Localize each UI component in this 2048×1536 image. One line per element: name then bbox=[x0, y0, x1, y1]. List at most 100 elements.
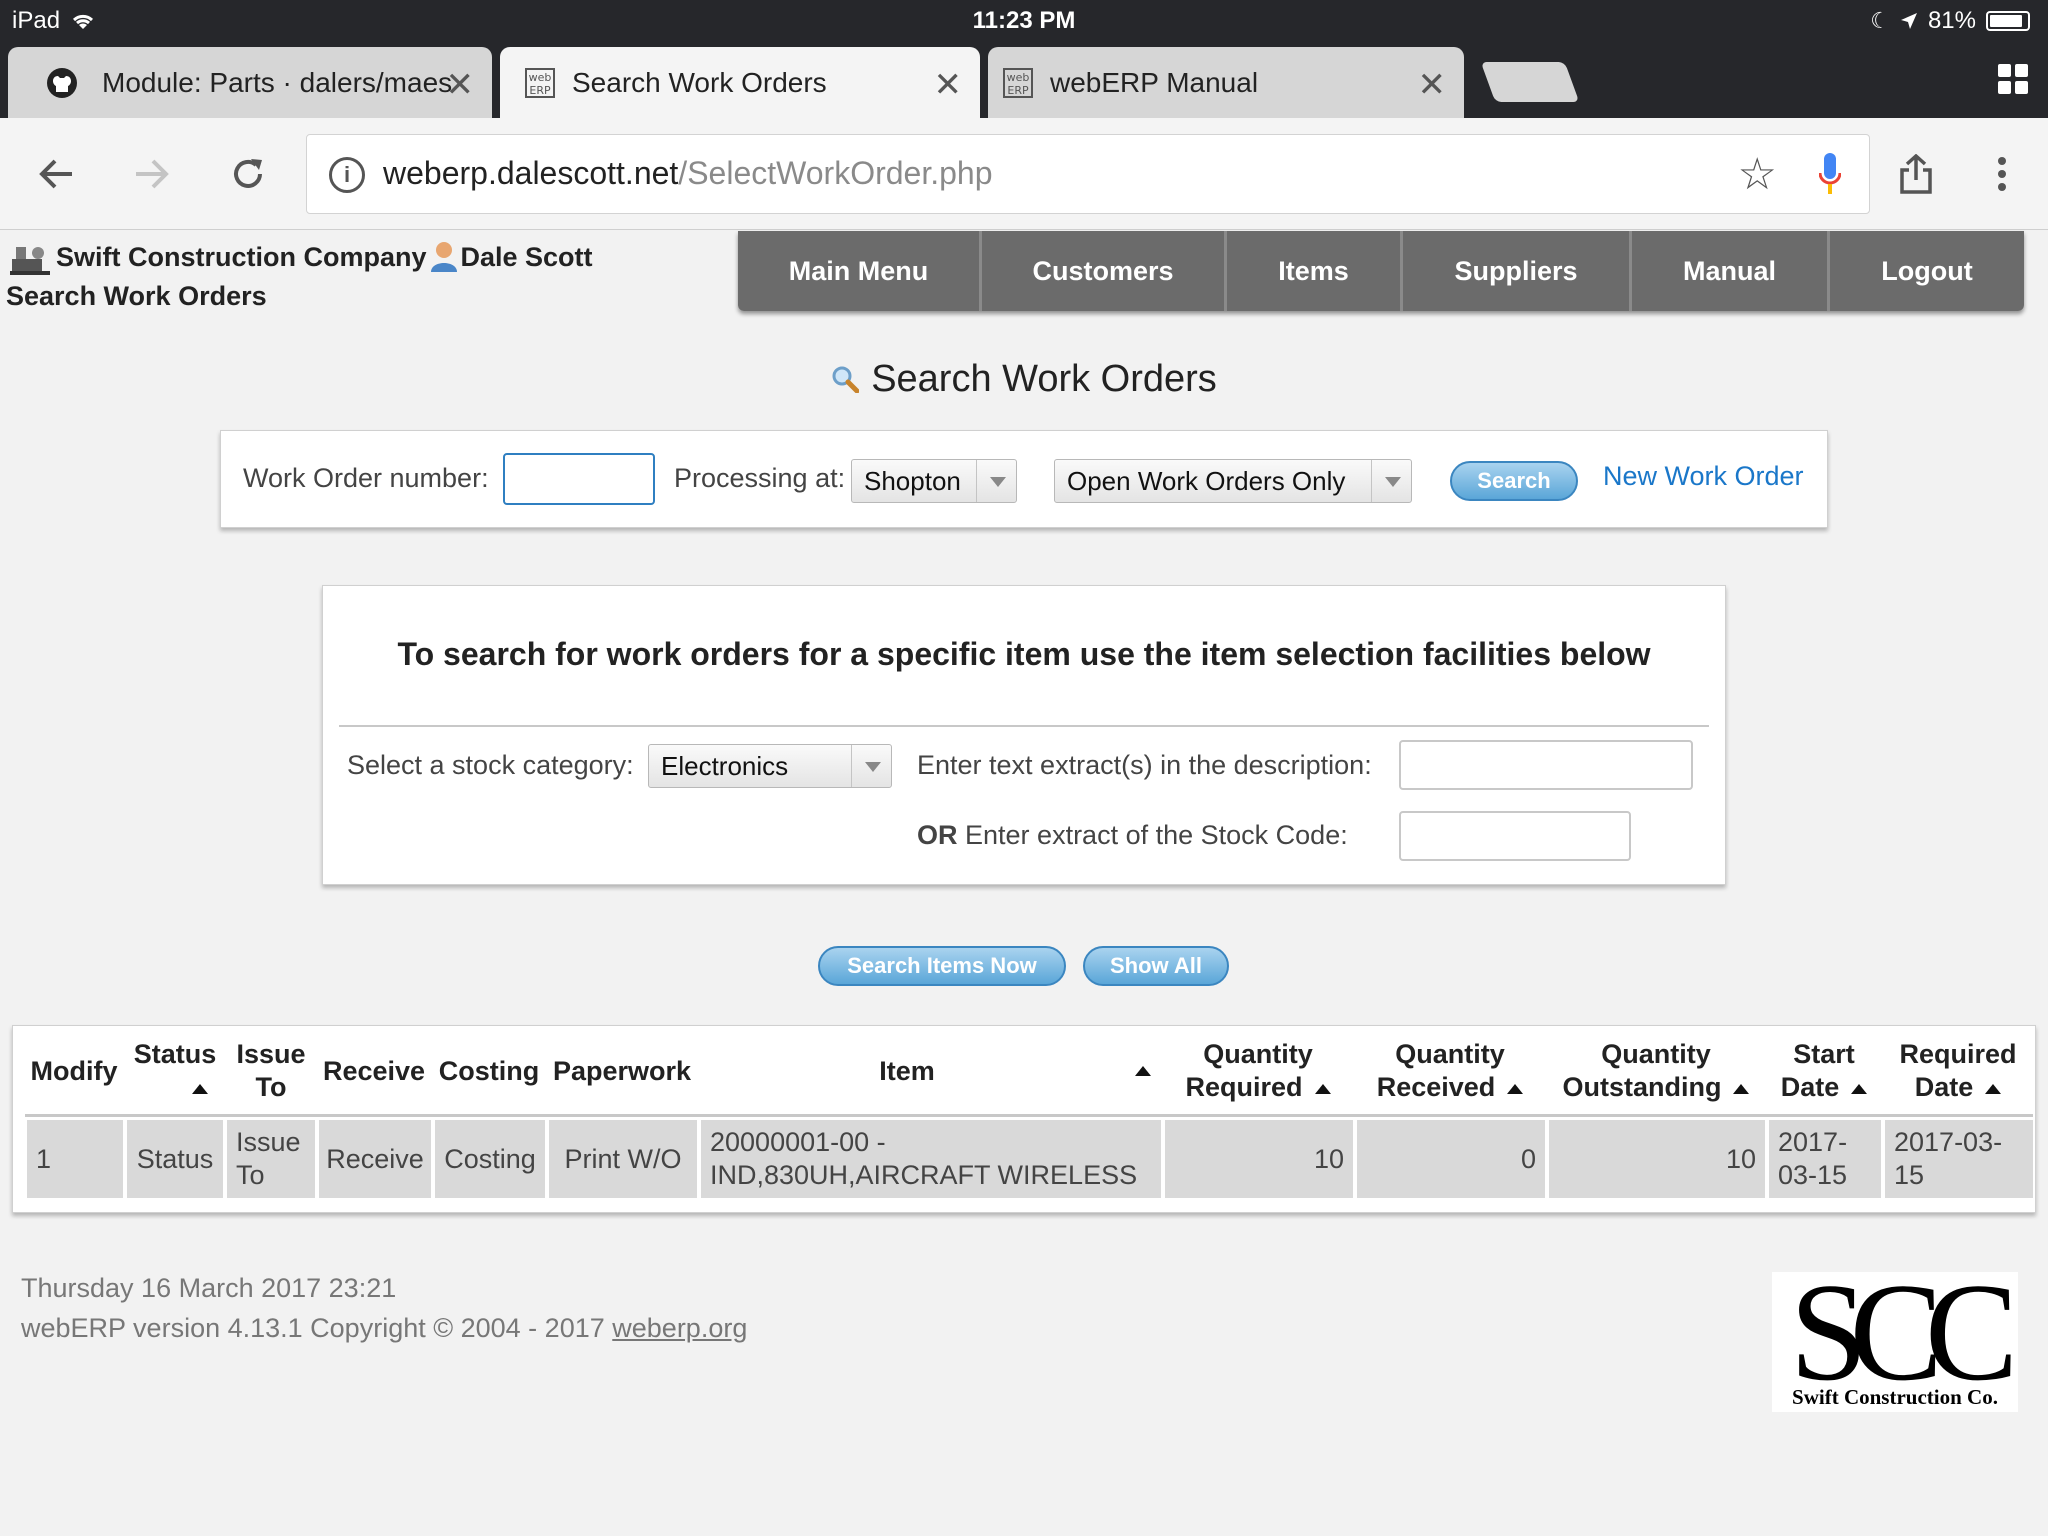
nav-customers[interactable]: Customers bbox=[982, 231, 1227, 311]
company-icon bbox=[10, 247, 50, 275]
new-tab-button[interactable] bbox=[1480, 62, 1580, 102]
forward-button[interactable] bbox=[124, 146, 180, 202]
col-header-qty-required[interactable]: Quantity Required bbox=[1163, 1026, 1353, 1116]
tab-weberp-manual[interactable]: web ERP webERP Manual ✕ bbox=[988, 47, 1464, 118]
new-work-order-link[interactable]: New Work Order bbox=[1603, 461, 1804, 492]
browser-tab-strip: Module: Parts · dalers/maes ✕ web ERP Se… bbox=[0, 42, 2048, 118]
company-name: Swift Construction Company bbox=[56, 241, 427, 272]
wo-number-label: Work Order number: bbox=[243, 463, 489, 493]
print-wo-link[interactable]: Print W/O bbox=[549, 1120, 697, 1198]
more-menu-button[interactable] bbox=[1974, 146, 2030, 202]
col-header-paperwork[interactable]: Paperwork bbox=[547, 1026, 697, 1116]
app-header: Swift Construction Company Dale Scott Se… bbox=[0, 231, 2048, 321]
clock: 11:23 PM bbox=[972, 7, 1076, 34]
back-button[interactable] bbox=[28, 146, 84, 202]
page-subtitle: Search Work Orders bbox=[6, 281, 267, 311]
sort-asc-icon[interactable] bbox=[1851, 1084, 1868, 1094]
search-items-now-button[interactable]: Search Items Now bbox=[818, 946, 1066, 986]
share-button[interactable] bbox=[1888, 146, 1944, 202]
qty-received-cell: 0 bbox=[1357, 1120, 1545, 1198]
wo-number-input[interactable] bbox=[503, 453, 655, 505]
status-filter-select[interactable]: Open Work Orders Only bbox=[1054, 459, 1412, 503]
tab-search-work-orders[interactable]: web ERP Search Work Orders ✕ bbox=[500, 47, 980, 118]
battery-percent: 81% bbox=[1927, 7, 1976, 34]
divider bbox=[339, 725, 1709, 727]
required-date-cell: 2017-03- 15 bbox=[1885, 1120, 2033, 1198]
svg-text:web: web bbox=[1007, 71, 1030, 84]
address-bar[interactable]: i weberp.dalescott.net/SelectWorkOrder.p… bbox=[306, 134, 1870, 214]
forward-arrow-icon bbox=[136, 159, 169, 189]
location-arrow-icon bbox=[1900, 13, 1917, 29]
col-header-receive[interactable]: Receive bbox=[317, 1026, 431, 1116]
nav-main-menu[interactable]: Main Menu bbox=[738, 231, 982, 311]
bookmark-star-icon[interactable]: ☆ bbox=[1738, 149, 1777, 200]
close-tab-icon[interactable]: ✕ bbox=[446, 65, 475, 105]
reload-icon bbox=[234, 159, 262, 188]
work-orders-table: Modify Status Issue To Receive Costing Pa… bbox=[12, 1025, 2036, 1213]
weberp-icon: web ERP bbox=[525, 68, 555, 98]
magnifier-icon bbox=[832, 366, 860, 393]
item-cell: 20000001-00 - IND,830UH,AIRCRAFT WIRELESS bbox=[701, 1120, 1161, 1198]
location-select[interactable]: Shopton bbox=[851, 459, 1017, 503]
stock-code-label: OR Enter extract of the Stock Code: bbox=[917, 820, 1348, 850]
col-header-qty-outstanding[interactable]: Quantity Outstanding bbox=[1547, 1026, 1765, 1116]
close-tab-icon[interactable]: ✕ bbox=[1418, 65, 1447, 105]
tab-label: Module: Parts · dalers/maes bbox=[102, 66, 452, 98]
sort-asc-icon[interactable] bbox=[192, 1084, 208, 1094]
search-button[interactable]: Search bbox=[1450, 461, 1578, 501]
col-header-issue-to[interactable]: Issue To bbox=[227, 1026, 315, 1116]
or-label: OR bbox=[917, 820, 958, 850]
moon-icon: ☾ bbox=[1870, 8, 1890, 33]
issue-to-link[interactable]: Issue To bbox=[227, 1120, 315, 1198]
tab-github-module[interactable]: Module: Parts · dalers/maes ✕ bbox=[8, 47, 492, 118]
col-header-modify[interactable]: Modify bbox=[25, 1026, 123, 1116]
col-header-costing[interactable]: Costing bbox=[433, 1026, 545, 1116]
sort-asc-icon[interactable] bbox=[1733, 1084, 1750, 1094]
stock-category-label: Select a stock category: bbox=[347, 750, 634, 780]
url-text[interactable]: weberp.dalescott.net/SelectWorkOrder.php bbox=[383, 155, 993, 192]
col-header-status[interactable]: Status bbox=[125, 1026, 225, 1116]
browser-toolbar: i weberp.dalescott.net/SelectWorkOrder.p… bbox=[0, 118, 2048, 230]
stock-code-input[interactable] bbox=[1399, 811, 1631, 861]
weberp-org-link[interactable]: weberp.org bbox=[612, 1313, 747, 1343]
modify-link[interactable]: 1 bbox=[27, 1120, 123, 1198]
status-link[interactable]: Status bbox=[127, 1120, 223, 1198]
description-extract-input[interactable] bbox=[1399, 740, 1693, 790]
back-arrow-icon bbox=[39, 159, 72, 189]
github-icon bbox=[47, 68, 77, 98]
logo-company-name: Swift Construction Co. bbox=[1792, 1385, 1998, 1409]
battery-icon bbox=[1986, 11, 2030, 31]
microphone-icon[interactable] bbox=[1819, 151, 1841, 197]
chevron-down-icon bbox=[976, 460, 1016, 502]
user-name: Dale Scott bbox=[460, 241, 593, 272]
tab-switcher-icon[interactable] bbox=[1998, 64, 2028, 94]
costing-link[interactable]: Costing bbox=[435, 1120, 545, 1198]
col-header-required-date[interactable]: Required Date bbox=[1883, 1026, 2033, 1116]
nav-items[interactable]: Items bbox=[1227, 231, 1403, 311]
sort-asc-icon[interactable] bbox=[1134, 1066, 1151, 1076]
col-header-start-date[interactable]: Start Date bbox=[1767, 1026, 1881, 1116]
nav-suppliers[interactable]: Suppliers bbox=[1403, 231, 1632, 311]
footer: Thursday 16 March 2017 23:21 webERP vers… bbox=[21, 1268, 747, 1348]
site-info-icon[interactable]: i bbox=[329, 157, 365, 193]
close-tab-icon[interactable]: ✕ bbox=[934, 65, 963, 105]
description-extract-label: Enter text extract(s) in the description… bbox=[917, 750, 1372, 780]
share-icon bbox=[1900, 154, 1932, 194]
company-user-line: Swift Construction Company Dale Scott bbox=[8, 237, 593, 277]
footer-version: webERP version 4.13.1 Copyright © 2004 -… bbox=[21, 1313, 748, 1343]
receive-link[interactable]: Receive bbox=[319, 1120, 431, 1198]
col-header-qty-received[interactable]: Quantity Received bbox=[1355, 1026, 1545, 1116]
qty-outstanding-cell: 10 bbox=[1549, 1120, 1765, 1198]
show-all-button[interactable]: Show All bbox=[1083, 946, 1229, 986]
nav-logout[interactable]: Logout bbox=[1830, 231, 2024, 311]
footer-datetime: Thursday 16 March 2017 23:21 bbox=[21, 1273, 397, 1303]
nav-manual[interactable]: Manual bbox=[1632, 231, 1830, 311]
sort-asc-icon[interactable] bbox=[1314, 1084, 1331, 1094]
sort-asc-icon[interactable] bbox=[1985, 1084, 2002, 1094]
work-order-search-form: Work Order number: Processing at: Shopto… bbox=[220, 430, 1828, 528]
stock-category-select[interactable]: Electronics bbox=[648, 744, 892, 788]
reload-button[interactable] bbox=[220, 146, 276, 202]
sort-asc-icon[interactable] bbox=[1507, 1084, 1524, 1094]
ios-status-bar: iPad 11:23 PM ☾ 81% bbox=[0, 0, 2048, 42]
col-header-item[interactable]: Item bbox=[699, 1026, 1161, 1116]
